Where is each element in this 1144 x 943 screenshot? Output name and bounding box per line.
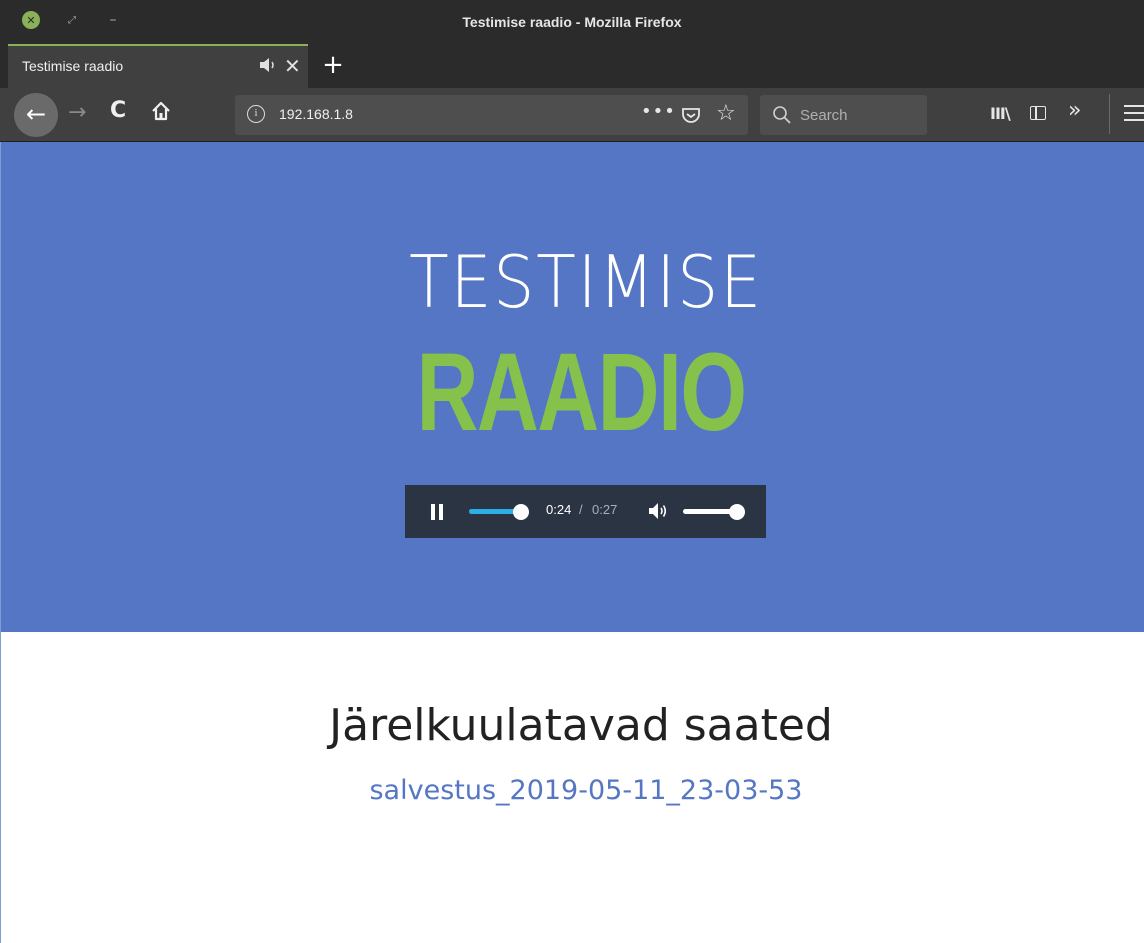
volume-slider[interactable] [683, 504, 745, 520]
back-button[interactable]: ← [14, 93, 58, 137]
pause-button[interactable] [431, 504, 443, 520]
url-text[interactable]: 192.168.1.8 [279, 106, 353, 122]
search-bar[interactable] [760, 95, 927, 135]
pocket-icon[interactable] [680, 104, 702, 126]
audio-player: 0:24 / 0:27 [405, 485, 766, 538]
page-content: TESTIMISE RAADIO 0:24 / 0:27 Järelkuulat… [0, 142, 1144, 943]
total-time: 0:27 [592, 502, 618, 517]
window-titlebar: ✕ ⤢ – Testimise raadio - Mozilla Firefox [0, 0, 1144, 44]
hamburger-menu-icon[interactable] [1124, 105, 1144, 123]
seek-slider[interactable] [469, 504, 529, 520]
search-input[interactable] [800, 95, 920, 135]
bookmark-star-icon[interactable]: ☆ [716, 101, 736, 126]
search-icon [772, 105, 792, 125]
tab-label: Testimise raadio [22, 58, 124, 74]
section-title: Järelkuulatavad saated [329, 700, 833, 751]
sidebar-icon[interactable] [1030, 106, 1046, 120]
speaker-icon[interactable] [259, 57, 277, 77]
logo-line-testimise: TESTIMISE [409, 240, 763, 324]
recording-link[interactable]: salvestus_2019-05-11_23-03-53 [1, 775, 1144, 806]
tab-close-icon[interactable]: ✕ [284, 54, 301, 78]
navigation-toolbar: ← → C i 192.168.1.8 ••• ☆ III\ » [0, 88, 1144, 142]
page-actions-icon[interactable]: ••• [641, 101, 676, 122]
volume-icon[interactable] [647, 500, 669, 522]
volume-handle[interactable] [729, 504, 745, 520]
forward-button[interactable]: → [68, 100, 86, 125]
toolbar-divider [1109, 94, 1110, 134]
info-icon[interactable]: i [247, 105, 265, 123]
tab-strip: Testimise raadio ✕ + [0, 44, 1144, 88]
seek-handle[interactable] [512, 504, 529, 520]
library-icon[interactable]: III\ [990, 104, 1011, 123]
window-title: Testimise raadio - Mozilla Firefox [462, 14, 682, 30]
hero-banner: TESTIMISE RAADIO 0:24 / 0:27 [1, 142, 1144, 632]
reload-button[interactable]: C [110, 98, 126, 123]
current-time: 0:24 [546, 502, 572, 517]
logo-line-raadio: RAADIO [416, 331, 747, 454]
overflow-chevron-icon[interactable]: » [1068, 98, 1081, 123]
home-icon[interactable] [150, 100, 172, 122]
new-tab-button[interactable]: + [319, 48, 347, 82]
tab-testimise-raadio[interactable]: Testimise raadio ✕ [8, 44, 308, 88]
time-separator: / [579, 502, 583, 517]
url-bar[interactable]: i 192.168.1.8 ••• ☆ [235, 95, 748, 135]
